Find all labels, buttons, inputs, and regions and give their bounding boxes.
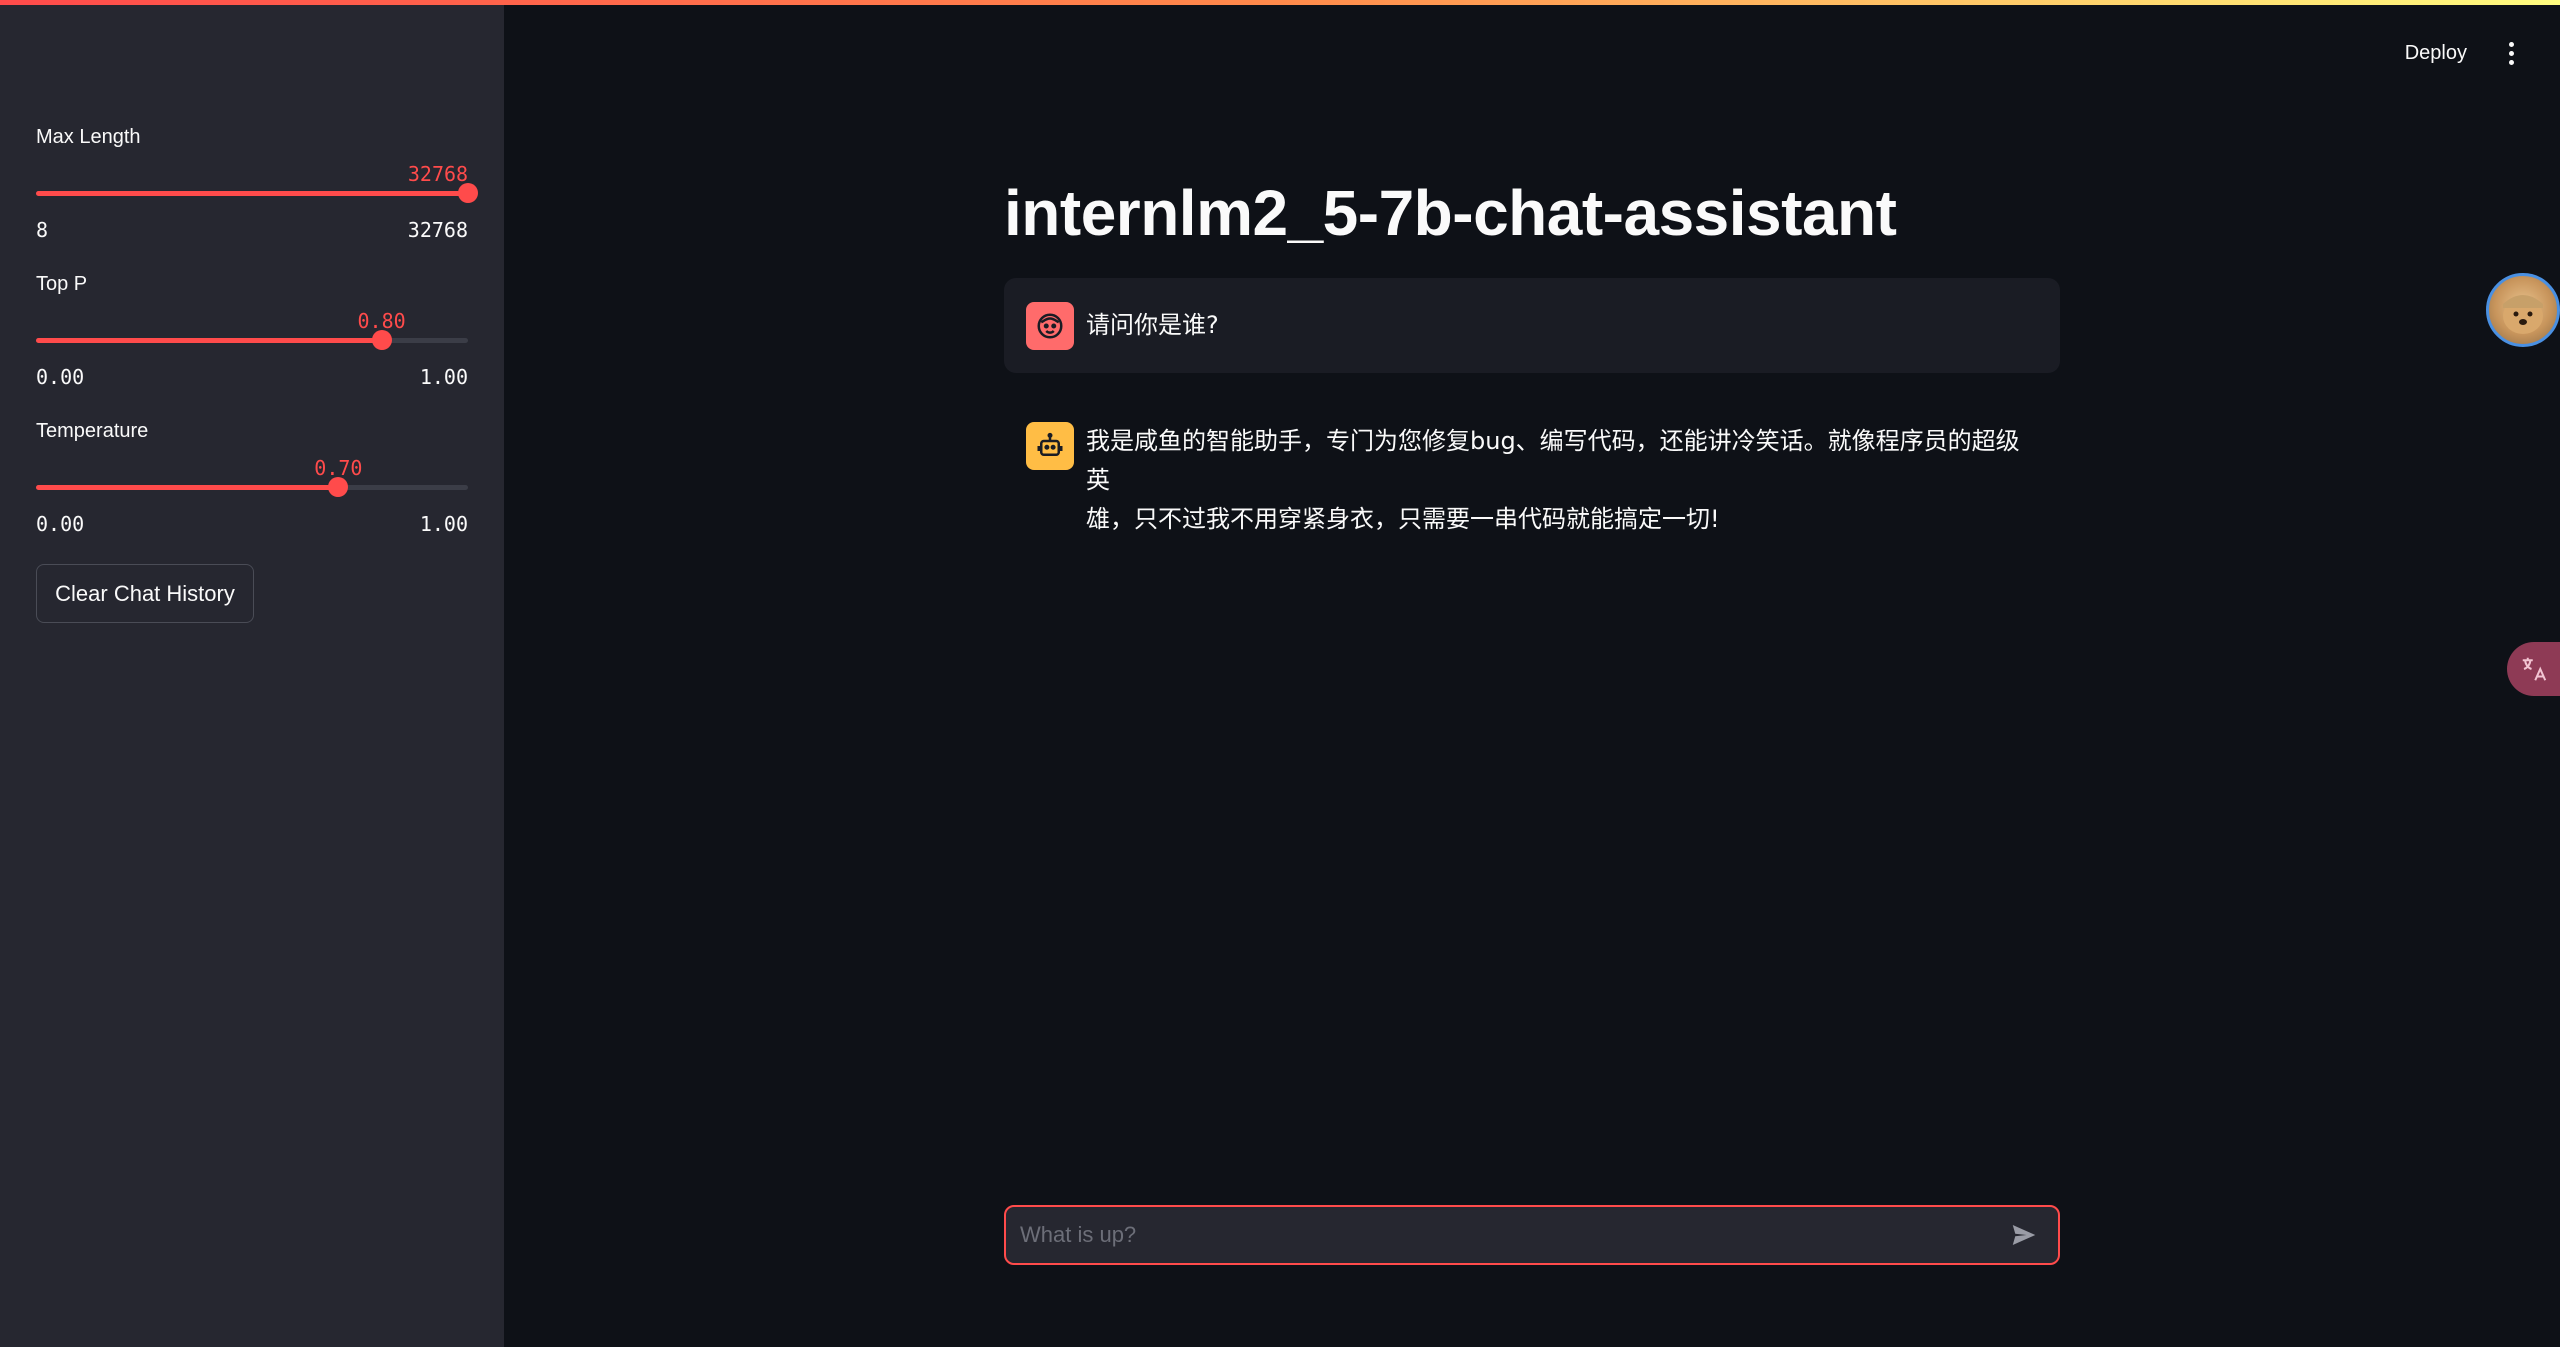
slider-value: 32768 bbox=[407, 162, 469, 186]
slider-max: 1.00 bbox=[419, 365, 468, 389]
max-length-slider: Max Length 32768 8 32768 bbox=[36, 126, 478, 246]
message-line: 我是咸鱼的智能助手，专门为您修复bug、编写代码，还能讲冷笑话。就像程序员的超级… bbox=[1086, 427, 2020, 494]
slider-min: 0.00 bbox=[36, 365, 85, 389]
assistant-message: 我是咸鱼的智能助手，专门为您修复bug、编写代码，还能讲冷笑话。就像程序员的超级… bbox=[1004, 408, 2060, 539]
slider-track[interactable] bbox=[36, 477, 468, 497]
message-text: 我是咸鱼的智能助手，专门为您修复bug、编写代码，还能讲冷笑话。就像程序员的超级… bbox=[1086, 422, 2038, 539]
user-message: 请问你是谁? bbox=[1004, 278, 2060, 373]
slider-thumb[interactable] bbox=[328, 477, 349, 497]
smiley-face-icon bbox=[1026, 301, 1074, 350]
main-content: internlm2_5-7b-chat-assistant 请问你是谁? 我是咸… bbox=[1004, 0, 2060, 1347]
slider-label: Max Length bbox=[36, 126, 141, 148]
robot-icon bbox=[1026, 422, 1074, 470]
translate-icon[interactable] bbox=[2507, 642, 2560, 696]
kebab-menu-icon[interactable] bbox=[2503, 38, 2520, 69]
slider-max: 1.00 bbox=[419, 512, 468, 536]
slider-min: 0.00 bbox=[36, 512, 85, 536]
chat-input[interactable] bbox=[1020, 1222, 2004, 1248]
header-actions: Deploy bbox=[2405, 38, 2520, 69]
slider-label: Top P bbox=[36, 273, 88, 295]
slider-fill bbox=[36, 338, 382, 343]
send-arrow-icon[interactable] bbox=[2004, 1215, 2044, 1255]
slider-track[interactable] bbox=[36, 183, 478, 203]
slider-track[interactable] bbox=[36, 330, 468, 350]
chat-input-container bbox=[1004, 1205, 2060, 1265]
clear-chat-history-button[interactable]: Clear Chat History bbox=[36, 564, 254, 623]
message-text: 请问你是谁? bbox=[1086, 311, 1219, 339]
message-line: 雄，只不过我不用穿紧身衣，只需要一串代码就能搞定一切! bbox=[1086, 505, 1720, 533]
floating-avatar[interactable] bbox=[2486, 273, 2560, 347]
slider-label: Temperature bbox=[36, 420, 149, 442]
slider-fill bbox=[36, 191, 468, 196]
slider-thumb[interactable] bbox=[458, 183, 478, 203]
slider-thumb[interactable] bbox=[371, 330, 392, 350]
temperature-slider: Temperature 0.70 0.00 1.00 bbox=[36, 420, 468, 540]
page-title: internlm2_5-7b-chat-assistant bbox=[1004, 177, 1897, 249]
top-decoration-bar bbox=[0, 0, 2560, 5]
top-p-slider: Top P 0.80 0.00 1.00 bbox=[36, 273, 468, 393]
slider-max: 32768 bbox=[407, 218, 468, 242]
slider-fill bbox=[36, 485, 339, 490]
deploy-button[interactable]: Deploy bbox=[2405, 42, 2467, 65]
slider-min: 8 bbox=[36, 218, 49, 242]
sidebar: Max Length 32768 8 32768 Top P 0.80 0.00… bbox=[0, 0, 504, 1347]
